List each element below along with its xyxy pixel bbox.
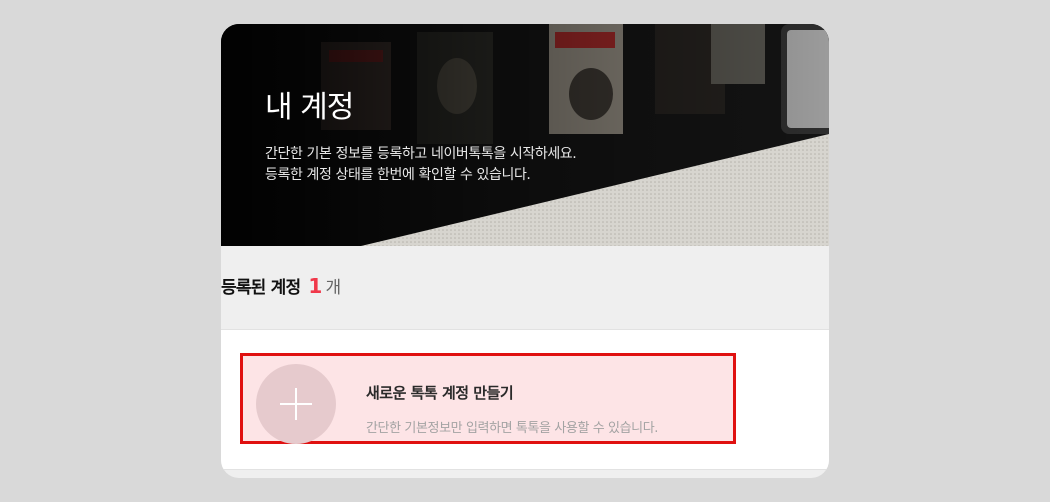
page-title: 내 계정: [265, 90, 354, 125]
registered-accounts-heading: 등록된 계정 1 개: [221, 273, 341, 298]
hero-banner: 내 계정 간단한 기본 정보를 등록하고 네이버톡톡을 시작하세요. 등록한 계…: [221, 24, 829, 246]
plus-icon: [256, 364, 336, 444]
account-list: 새로운 톡톡 계정 만들기 간단한 기본정보만 입력하면 톡톡을 사용할 수 있…: [221, 329, 829, 470]
description-line-2: 등록한 계정 상태를 한번에 확인할 수 있습니다.: [265, 167, 531, 183]
description-line-1: 간단한 기본 정보를 등록하고 네이버톡톡을 시작하세요.: [265, 146, 577, 162]
create-new-account-button[interactable]: 새로운 톡톡 계정 만들기 간단한 기본정보만 입력하면 톡톡을 사용할 수 있…: [240, 353, 736, 444]
account-card: 내 계정 간단한 기본 정보를 등록하고 네이버톡톡을 시작하세요. 등록한 계…: [221, 24, 829, 478]
page-description: 간단한 기본 정보를 등록하고 네이버톡톡을 시작하세요. 등록한 계정 상태를…: [265, 144, 577, 186]
account-count: 1: [308, 274, 322, 298]
account-count-unit: 개: [325, 278, 341, 298]
create-account-description: 간단한 기본정보만 입력하면 톡톡을 사용할 수 있습니다.: [366, 421, 659, 436]
hero-background-image: [221, 24, 829, 246]
registered-accounts-label: 등록된 계정: [221, 278, 301, 298]
create-account-title: 새로운 톡톡 계정 만들기: [366, 384, 514, 402]
